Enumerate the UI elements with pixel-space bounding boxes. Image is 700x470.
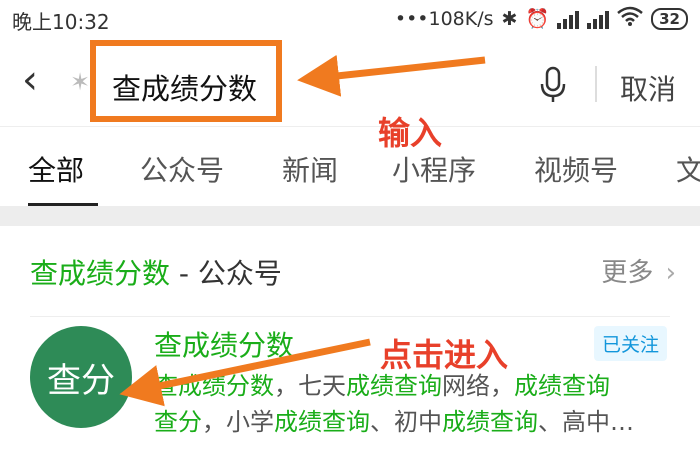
tab-articles[interactable]: 文 <box>676 149 700 189</box>
search-header: ‹ ✶ 查成绩分数 取消 <box>0 40 700 126</box>
alarm-icon: ⏰ <box>525 8 550 30</box>
sparkle-icon: ✶ <box>70 68 91 96</box>
followed-badge: 已关注 <box>594 326 668 361</box>
divider <box>30 316 670 317</box>
section-title: 查成绩分数 - 公众号 <box>30 257 282 290</box>
tab-news[interactable]: 新闻 <box>282 149 338 189</box>
tab-mini-programs[interactable]: 小程序 <box>392 149 476 189</box>
microphone-icon[interactable] <box>540 66 566 104</box>
account-name[interactable]: 查成绩分数 <box>154 324 294 364</box>
tab-channels[interactable]: 视频号 <box>534 149 618 189</box>
search-tabs: 全部 公众号 新闻 小程序 视频号 文 <box>0 126 700 207</box>
signal-icon <box>557 9 580 29</box>
cancel-button[interactable]: 取消 <box>620 68 676 108</box>
annotation-input: 输入 <box>378 114 443 152</box>
divider <box>595 66 597 102</box>
status-bar: 晚上10:32 •••108K/s ✱ ⏰ 32 <box>0 0 700 40</box>
back-chevron-icon[interactable]: ‹ <box>22 60 38 100</box>
section-gap <box>0 206 700 226</box>
description-line-2: 查分，小学成绩查询、初中成绩查询、高中… <box>154 408 634 436</box>
account-avatar[interactable]: 查分 <box>30 326 132 428</box>
status-time: 晚上10:32 <box>12 10 110 34</box>
signal-icon-2 <box>587 9 610 29</box>
status-icons: •••108K/s ✱ ⏰ 32 <box>395 6 688 31</box>
network-speed: •••108K/s <box>394 7 494 30</box>
tab-all[interactable]: 全部 <box>28 149 84 189</box>
chevron-right-icon: › <box>665 258 676 288</box>
tab-official-accounts[interactable]: 公众号 <box>140 149 224 189</box>
annotation-click: 点击进入 <box>380 336 509 374</box>
account-description: 查成绩分数，七天成绩查询网络，成绩查询 查分，小学成绩查询、初中成绩查询、高中… <box>154 368 674 440</box>
search-input[interactable]: 查成绩分数 <box>112 66 257 108</box>
battery-indicator: 32 <box>651 7 688 30</box>
more-link[interactable]: 更多 › <box>601 252 676 289</box>
wifi-icon <box>617 6 643 31</box>
result-card: 查成绩分数 - 公众号 更多 › 查分 查成绩分数 已关注 查成绩分数，七天成绩… <box>0 226 700 470</box>
bluetooth-icon: ✱ <box>501 7 518 30</box>
